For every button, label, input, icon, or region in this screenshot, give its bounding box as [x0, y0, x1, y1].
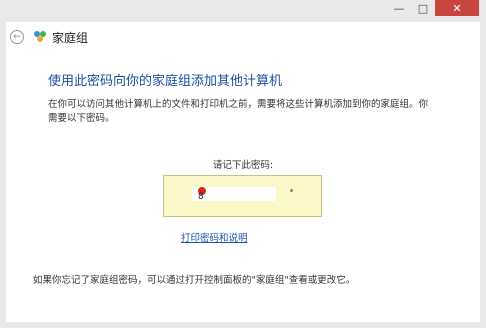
- description-text: 在你可以访问其他计算机上的文件和打印机之前，需要将这些计算机添加到你的家庭组。你…: [48, 99, 429, 124]
- maximize-icon: □: [417, 1, 429, 15]
- back-arrow-icon: ←: [13, 32, 21, 42]
- homegroup-password-box: 8: [163, 175, 322, 217]
- minimize-icon: —: [393, 1, 405, 15]
- maximize-button[interactable]: □: [411, 0, 435, 16]
- close-button[interactable]: ✕: [435, 0, 479, 16]
- password-trailing-mark: [290, 189, 293, 192]
- back-button[interactable]: ←: [10, 30, 24, 44]
- minimize-button[interactable]: —: [387, 0, 411, 16]
- nav-title: 家庭组: [52, 31, 89, 45]
- page-heading: 使用此密码向你的家庭组添加其他计算机: [48, 74, 283, 89]
- password-first-char-mark: 8: [198, 187, 206, 200]
- footer-hint: 如果你忘记了家庭组密码，可以通过打开控制面板的"家庭组"查看或更改它。: [33, 275, 356, 286]
- navigation-bar: ← 家庭组: [6, 22, 480, 54]
- close-icon: ✕: [452, 1, 462, 15]
- code-label: 请记下此密码:: [212, 160, 274, 171]
- window-frame-bottom: [0, 322, 486, 328]
- homegroup-icon: [34, 31, 46, 42]
- homegroup-window: — □ ✕ ← 家庭组 使用此密码向你的家庭组添加其他计算机 在你可以访问其他计…: [0, 0, 486, 328]
- svg-text:8: 8: [198, 192, 204, 200]
- print-password-link[interactable]: 打印密码和说明: [181, 230, 248, 244]
